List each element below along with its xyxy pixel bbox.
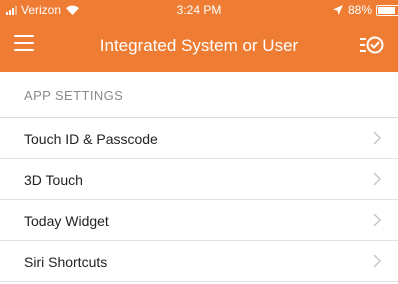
navigation-bar: Integrated System or User: [0, 20, 398, 72]
chevron-right-icon: [373, 172, 381, 186]
location-arrow-icon: [332, 5, 343, 15]
filter-check-icon[interactable]: [360, 34, 384, 56]
battery-percentage: 88%: [347, 3, 372, 17]
settings-row-touch-id[interactable]: Touch ID & Passcode: [0, 118, 398, 159]
settings-row-today-widget[interactable]: Today Widget: [0, 200, 398, 241]
section-header: APP SETTINGS: [0, 72, 398, 118]
row-label: Today Widget: [24, 213, 109, 229]
status-right: 88%: [332, 3, 398, 17]
section-header-label: APP SETTINGS: [24, 88, 124, 103]
row-label: 3D Touch: [24, 172, 83, 188]
chevron-right-icon: [373, 254, 381, 268]
settings-list: Touch ID & Passcode 3D Touch Today Widge…: [0, 118, 398, 282]
battery-icon: [376, 4, 398, 16]
status-bar: Verizon 3:24 PM 88%: [0, 0, 398, 20]
chevron-right-icon: [373, 213, 381, 227]
page-title: Integrated System or User: [99, 36, 299, 55]
settings-row-3d-touch[interactable]: 3D Touch: [0, 159, 398, 200]
settings-row-siri-shortcuts[interactable]: Siri Shortcuts: [0, 241, 398, 282]
row-label: Touch ID & Passcode: [24, 131, 158, 147]
row-label: Siri Shortcuts: [24, 254, 108, 270]
chevron-right-icon: [373, 131, 381, 145]
